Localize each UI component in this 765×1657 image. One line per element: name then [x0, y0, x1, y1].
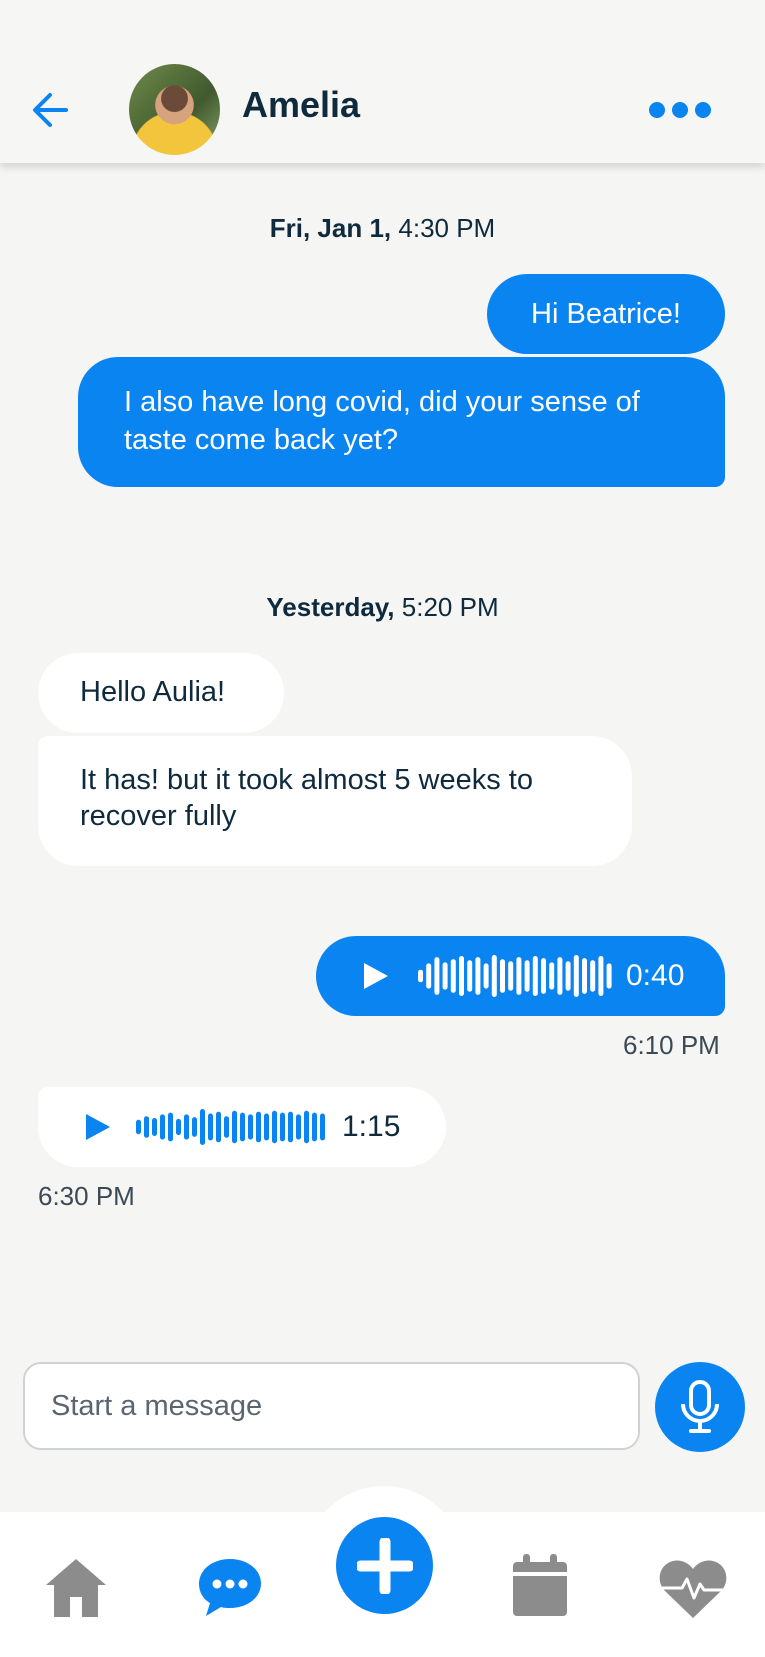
calendar-icon[interactable] [511, 1552, 569, 1618]
waveform-bar [598, 956, 604, 996]
waveform-bar [240, 1112, 245, 1142]
plus-icon [356, 1537, 413, 1594]
waveform-bar [152, 1118, 157, 1136]
waveform-bar [606, 963, 612, 989]
contact-avatar[interactable] [129, 64, 220, 155]
waveform-bar [573, 955, 579, 997]
waveform-bar [184, 1114, 189, 1140]
waveform-bar [500, 959, 505, 993]
outgoing-message-bubble[interactable]: Hi Beatrice! [487, 274, 725, 354]
waveform-bar [272, 1110, 277, 1144]
waveform-bar [200, 1109, 205, 1145]
message-timestamp: 6:10 PM [623, 1030, 720, 1060]
date-separator-time: 5:20 PM [401, 592, 499, 622]
waveform-bar [426, 963, 432, 989]
waveform-bar [491, 955, 497, 997]
waveform-bar [256, 1111, 261, 1143]
waveform-bar [557, 957, 563, 995]
chat-header: Amelia [0, 0, 765, 163]
date-separator-day: Yesterday, [266, 592, 395, 622]
waveform-bar [475, 957, 481, 995]
waveform-bar [434, 957, 440, 995]
incoming-message-bubble[interactable]: It has! but it took almost 5 weeks to re… [38, 736, 632, 866]
waveform-bar [192, 1117, 197, 1137]
home-icon[interactable] [44, 1555, 108, 1619]
message-text: Hi Beatrice! [531, 298, 681, 330]
waveform-bar [144, 1116, 149, 1138]
waveform-bar [532, 956, 538, 996]
waveform-bar [304, 1110, 309, 1144]
incoming-voice-message: 1:15 [38, 1087, 446, 1167]
waveform-bar [516, 957, 522, 995]
message-text: Hello Aulia! [80, 676, 226, 708]
waveform-bar [136, 1119, 141, 1135]
date-separator: Yesterday, 5:20 PM [0, 592, 765, 623]
waveform-bar [508, 961, 514, 991]
voice-duration: 0:40 [626, 959, 685, 992]
back-arrow-icon[interactable] [30, 90, 72, 130]
chat-icon[interactable] [197, 1556, 263, 1618]
voice-record-button[interactable] [655, 1362, 745, 1452]
heart-pulse-icon[interactable] [658, 1558, 728, 1620]
waveform-bar [208, 1113, 213, 1141]
add-button[interactable] [336, 1517, 433, 1614]
voice-duration: 1:15 [342, 1110, 401, 1143]
waveform-bar [248, 1114, 253, 1140]
waveform-bar [224, 1116, 229, 1138]
message-text-line: recover fully [80, 800, 237, 832]
incoming-message-bubble[interactable]: Hello Aulia! [38, 653, 284, 733]
waveform-bar [590, 960, 596, 992]
message-timestamp: 6:30 PM [38, 1181, 135, 1211]
waveform-bar [160, 1114, 165, 1140]
waveform-icon[interactable] [136, 1109, 328, 1145]
waveform-bar [280, 1112, 285, 1142]
waveform-icon[interactable] [418, 955, 612, 997]
date-separator-day: Fri, Jan 1, [269, 213, 392, 243]
microphone-icon [681, 1380, 719, 1433]
waveform-bar [176, 1118, 181, 1136]
waveform-bar [524, 960, 530, 992]
outgoing-message-bubble[interactable]: I also have long covid, did your sense o… [78, 357, 725, 487]
waveform-bar [288, 1111, 293, 1143]
waveform-bar [483, 963, 489, 989]
play-icon[interactable] [84, 1112, 112, 1142]
more-options-icon[interactable] [648, 100, 712, 120]
waveform-bar [168, 1112, 173, 1142]
waveform-bar [442, 962, 448, 990]
waveform-bar [565, 961, 571, 991]
message-input[interactable] [23, 1362, 640, 1450]
waveform-bar [264, 1113, 269, 1141]
message-text-line: I also have long covid, did your sense o… [124, 386, 640, 418]
contact-name: Amelia [242, 84, 361, 125]
waveform-bar [582, 958, 587, 994]
waveform-bar [296, 1114, 301, 1140]
outgoing-voice-message: 0:40 [316, 936, 725, 1016]
date-separator: Fri, Jan 1, 4:30 PM [0, 213, 765, 244]
waveform-bar [232, 1110, 237, 1144]
message-text-line: taste come back yet? [124, 424, 399, 456]
waveform-bar [549, 962, 555, 990]
waveform-bar [320, 1113, 325, 1141]
date-separator-time: 4:30 PM [398, 213, 496, 243]
waveform-bar [467, 960, 473, 992]
waveform-bar [541, 958, 546, 994]
waveform-bar [459, 956, 464, 996]
waveform-bar [450, 959, 456, 993]
play-icon[interactable] [362, 961, 390, 991]
waveform-bar [418, 969, 423, 983]
waveform-bar [216, 1111, 221, 1143]
waveform-bar [312, 1112, 317, 1142]
message-text-line: It has! but it took almost 5 weeks to [80, 764, 533, 796]
